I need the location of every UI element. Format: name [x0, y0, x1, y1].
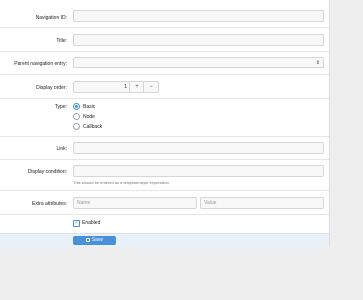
- display-order-label: Display order:: [36, 85, 67, 91]
- type-option-callback[interactable]: Callback: [73, 123, 102, 131]
- link-label: Link:: [56, 146, 67, 152]
- save-icon: [85, 238, 90, 242]
- divider: [0, 190, 329, 191]
- type-option-label: Callback: [83, 124, 103, 130]
- type-option-label: Basic: [83, 104, 96, 110]
- type-label: Type:: [54, 104, 67, 110]
- increment-button[interactable]: +: [129, 82, 144, 92]
- divider: [0, 98, 329, 99]
- decrement-button[interactable]: −: [143, 82, 158, 92]
- divider: [0, 214, 329, 215]
- extra-attribute-value-input[interactable]: Value: [200, 197, 324, 209]
- divider: [0, 159, 329, 160]
- navigation-id-label: Navigation ID:: [35, 15, 67, 21]
- divider: [0, 51, 329, 52]
- display-condition-label: Display condition:: [27, 169, 67, 175]
- divider: [0, 136, 329, 137]
- title-input[interactable]: [73, 34, 324, 46]
- title-label: Title:: [56, 38, 67, 44]
- radio-icon: [73, 123, 80, 131]
- parent-navigation-label: Parent navigation entry:: [14, 61, 67, 67]
- navigation-id-input[interactable]: [73, 10, 324, 22]
- link-input[interactable]: [73, 142, 324, 154]
- display-order-stepper[interactable]: 1 + −: [73, 81, 159, 93]
- display-order-value: 1: [124, 84, 127, 90]
- type-option-label: Node: [83, 114, 95, 120]
- enabled-label: Enabled: [82, 220, 101, 226]
- navigation-form-panel: Navigation ID: Title: Parent navigation …: [0, 0, 330, 247]
- divider: [0, 74, 329, 75]
- select-caret-icon: ⇕: [315, 60, 320, 66]
- radio-checked-icon: [73, 103, 80, 111]
- display-condition-hint: This should be entered as a template-sty…: [73, 180, 170, 185]
- save-button-label: Save: [91, 237, 104, 243]
- type-option-node[interactable]: Node: [73, 113, 95, 121]
- divider: [0, 27, 329, 28]
- display-condition-input[interactable]: [73, 165, 324, 177]
- radio-icon: [73, 113, 80, 121]
- form-footer: Save: [0, 233, 329, 247]
- enabled-checkbox[interactable]: ✓: [73, 220, 80, 227]
- extra-attributes-label: Extra attributes:: [31, 201, 67, 207]
- parent-navigation-select[interactable]: ⇕: [73, 57, 324, 68]
- type-option-basic[interactable]: Basic: [73, 103, 95, 111]
- extra-attribute-name-input[interactable]: Name: [73, 197, 197, 209]
- save-button[interactable]: Save: [73, 236, 116, 245]
